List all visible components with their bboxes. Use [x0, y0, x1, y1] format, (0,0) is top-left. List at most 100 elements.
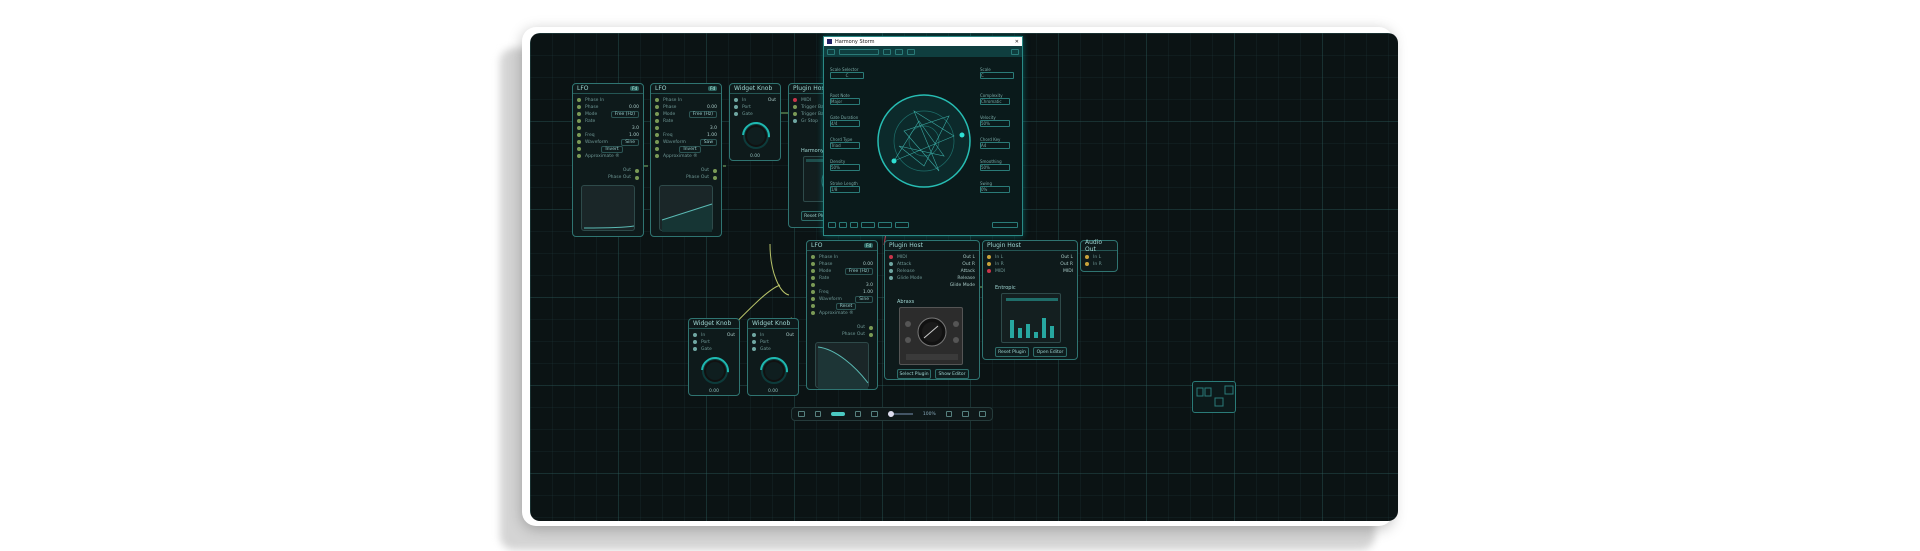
select-tool-icon[interactable]	[798, 411, 805, 417]
port-row[interactable]: Glide Mode	[889, 282, 975, 288]
complexity[interactable]: Chromatic	[980, 98, 1010, 105]
param-row[interactable]: Rate	[655, 118, 717, 124]
port-row[interactable]: MIDI MIDI	[987, 268, 1073, 274]
param-row[interactable]: Mode Free (Hz)	[577, 110, 639, 118]
show-editor-button[interactable]: Show Editor	[935, 369, 969, 379]
chord-type[interactable]: Triad	[830, 142, 860, 149]
param-row[interactable]: Phase 0.00	[811, 261, 873, 267]
preset-select[interactable]	[839, 48, 879, 55]
gate-port[interactable]: Gate	[734, 111, 776, 117]
knob[interactable]	[736, 116, 776, 156]
param-row[interactable]: Invert	[655, 145, 717, 153]
param-row[interactable]: Phase In	[655, 97, 717, 103]
plugin-host-node-3[interactable]: Plugin Host In L Out L In R Out R MIDI MIDI…	[982, 240, 1078, 360]
node-canvas[interactable]: LFO Fd Phase In Phase 0.00 Mode Free (Hz) R…	[530, 33, 1398, 521]
param-row[interactable]: Rate	[577, 118, 639, 124]
swing-field[interactable]	[895, 222, 909, 228]
gate-port[interactable]: Gate	[693, 346, 735, 352]
port-row[interactable]: MIDIOut L	[889, 254, 975, 260]
param-row[interactable]: Approximate ®	[577, 153, 639, 159]
phase-out-port[interactable]: Phase Out	[608, 175, 639, 180]
port-row[interactable]: Port	[693, 339, 735, 345]
redo-icon[interactable]	[907, 48, 915, 55]
param-row[interactable]: Waveform Sine	[577, 138, 639, 146]
tempo-field[interactable]	[861, 222, 875, 228]
play-icon[interactable]	[828, 222, 836, 228]
density[interactable]: 50%	[830, 164, 860, 171]
param-row[interactable]: Freq 1.00	[577, 132, 639, 138]
record-icon[interactable]	[850, 222, 858, 228]
param-row[interactable]: Invert	[577, 145, 639, 153]
panel-icon[interactable]	[962, 411, 970, 417]
knob[interactable]	[754, 351, 794, 391]
param-row[interactable]: Mode Free (Hz)	[811, 267, 873, 275]
swing[interactable]: 0%	[980, 186, 1010, 193]
param-row[interactable]: Freq 1.00	[655, 132, 717, 138]
open-editor-button[interactable]: Open Editor	[1033, 347, 1067, 357]
gate-duration[interactable]: 4/4	[830, 120, 860, 127]
export-icon[interactable]	[979, 411, 986, 417]
in-port[interactable]: In Out	[752, 332, 794, 338]
lfo-node-1[interactable]: LFO Fd Phase In Phase 0.00 Mode Free (Hz) R…	[572, 83, 644, 237]
param-row[interactable]: Waveform Sine	[811, 295, 873, 303]
out-port[interactable]: Out	[623, 168, 639, 173]
in-port[interactable]: In Out	[693, 332, 735, 338]
search-icon[interactable]	[854, 411, 862, 417]
param-row[interactable]: Freq 1.00	[811, 289, 873, 295]
frame-tool-icon[interactable]	[814, 411, 822, 417]
save-icon[interactable]	[883, 48, 891, 55]
in-port[interactable]: In Out	[734, 97, 776, 103]
port-row[interactable]: Glide Mode Release	[889, 275, 975, 281]
close-icon[interactable]: ✕	[1015, 39, 1019, 45]
param-row[interactable]: Reset	[811, 302, 873, 310]
port-row[interactable]: Port	[734, 104, 776, 110]
plugin-window[interactable]: Harmony Storm ✕ Scale Selector C Root Note…	[823, 36, 1023, 236]
param-row[interactable]: Waveform Saw	[655, 138, 717, 146]
harmonic-circle[interactable]	[874, 91, 974, 191]
fit-view-icon[interactable]	[871, 411, 879, 417]
bars-field[interactable]	[878, 222, 892, 228]
toggle-switch[interactable]	[831, 412, 845, 416]
port-row[interactable]: In R Out R	[987, 261, 1073, 267]
lfo-node-3[interactable]: LFO Fd Phase In Phase 0.00 Mode Free (Hz) R…	[806, 240, 878, 390]
phase-out-port[interactable]: Phase Out	[842, 332, 873, 337]
scale-selector[interactable]: C	[830, 72, 864, 79]
audio-out-node[interactable]: Audio Out In L In R	[1080, 239, 1118, 272]
export-button[interactable]	[992, 222, 1018, 228]
plugin-host-node-2[interactable]: Plugin Host MIDI Out L Attack Out R Releas…	[884, 240, 980, 380]
grid-icon[interactable]	[945, 411, 953, 417]
reset-plugin-button[interactable]: Reset Plugin	[995, 347, 1029, 357]
zoom-slider[interactable]	[888, 411, 913, 417]
stroke-length[interactable]: 1/8	[830, 186, 860, 193]
chord-key[interactable]: A4	[980, 142, 1010, 149]
smoothing[interactable]: 50%	[980, 164, 1010, 171]
gate-port[interactable]: Gate	[752, 346, 794, 352]
stop-icon[interactable]	[839, 222, 847, 228]
select-plugin-button[interactable]: Select Plugin	[897, 369, 931, 379]
param-row[interactable]: Approximate ®	[655, 153, 717, 159]
root-note[interactable]: Major	[830, 98, 860, 105]
param-row[interactable]: 3.0	[577, 125, 639, 131]
mode-select[interactable]: Free (Hz)	[610, 110, 639, 118]
widget-knob-node-3[interactable]: Widget Knob In Out Port Gate 0.00	[747, 318, 799, 396]
param-row[interactable]: 3.0	[811, 282, 873, 288]
port-row[interactable]: In L	[1085, 254, 1113, 260]
velocity[interactable]: 50%	[980, 120, 1010, 127]
param-row[interactable]: Phase 0.00	[655, 104, 717, 110]
param-row[interactable]: Phase In	[811, 254, 873, 260]
minimap[interactable]	[1192, 381, 1236, 413]
knob[interactable]	[695, 351, 735, 391]
undo-icon[interactable]	[895, 48, 903, 55]
lfo-node-2[interactable]: LFO Fd Phase In Phase 0.00 Mode Free (Hz) R…	[650, 83, 722, 237]
port-row[interactable]: Attack Out R	[889, 261, 975, 267]
param-row[interactable]: Mode Free (Hz)	[655, 110, 717, 118]
settings-icon[interactable]	[1011, 48, 1019, 55]
port-row[interactable]: In R	[1085, 261, 1113, 267]
param-row[interactable]: Approximate ®	[811, 310, 873, 316]
param-row[interactable]: 3.0	[655, 125, 717, 131]
scale[interactable]: C	[980, 72, 1014, 79]
param-row[interactable]: Phase In	[577, 97, 639, 103]
widget-knob-node-1[interactable]: Widget Knob In Out Port Gate 0.00	[729, 83, 781, 161]
phase-out-port[interactable]: Phase Out	[686, 175, 717, 180]
param-row[interactable]: Phase 0.00	[577, 104, 639, 110]
